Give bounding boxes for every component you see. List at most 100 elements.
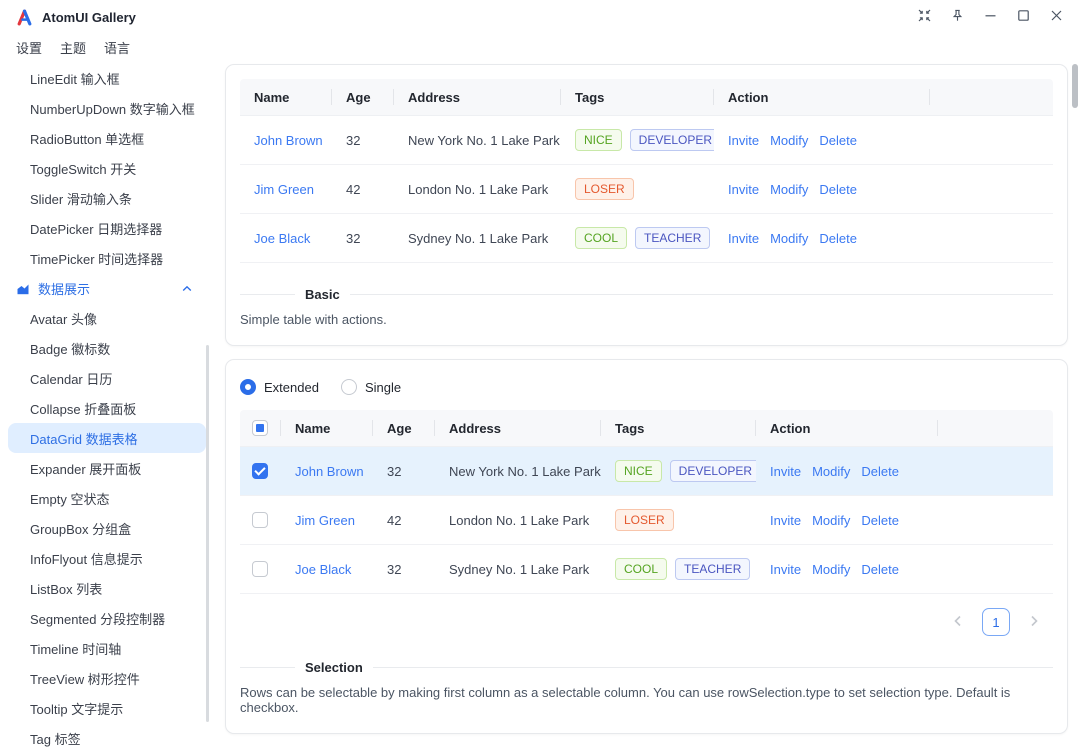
checkbox-cell	[240, 496, 281, 545]
action-delete-link[interactable]: Delete	[819, 182, 857, 197]
action-modify-link[interactable]: Modify	[812, 464, 850, 479]
address-cell: New York No. 1 Lake Park	[394, 116, 561, 165]
name-link[interactable]: Jim Green	[295, 513, 355, 528]
sidebar-item-label: TreeView 树形控件	[30, 669, 140, 688]
sidebar-item-label: ListBox 列表	[30, 579, 102, 598]
name-link[interactable]: John Brown	[295, 464, 364, 479]
radio-unchecked-icon	[341, 379, 357, 395]
sidebar-item-numberupdown[interactable]: NumberUpDown 数字输入框	[0, 93, 218, 123]
menu-item[interactable]: 语言	[104, 38, 130, 57]
tag-list: LOSER	[615, 509, 756, 531]
radio-single[interactable]: Single	[341, 379, 401, 395]
sidebar-item-collapse[interactable]: Collapse 折叠面板	[0, 393, 218, 423]
sidebar-item-listbox[interactable]: ListBox 列表	[0, 573, 218, 603]
chevron-up-icon	[182, 285, 192, 292]
sidebar-item-label: TimePicker 时间选择器	[30, 249, 163, 268]
sidebar-item-label: Calendar 日历	[30, 369, 112, 388]
empty-cell	[938, 496, 1053, 545]
action-invite-link[interactable]: Invite	[728, 133, 759, 148]
name-cell: John Brown	[281, 447, 373, 496]
pagination-next-button[interactable]	[1023, 611, 1045, 633]
action-invite-link[interactable]: Invite	[728, 231, 759, 246]
sidebar-item-calendar[interactable]: Calendar 日历	[0, 363, 218, 393]
pin-window-button[interactable]	[945, 5, 969, 29]
action-invite-link[interactable]: Invite	[770, 513, 801, 528]
action-delete-link[interactable]: Delete	[819, 133, 857, 148]
collapse-window-button[interactable]	[912, 5, 936, 29]
sidebar-item-tooltip[interactable]: Tooltip 文字提示	[0, 693, 218, 723]
tag-list: NICEDEVELOPER	[615, 460, 756, 482]
divider-line	[240, 294, 295, 295]
action-modify-link[interactable]: Modify	[770, 231, 808, 246]
sidebar-item-label: Segmented 分段控制器	[30, 609, 165, 628]
action-delete-link[interactable]: Delete	[819, 231, 857, 246]
sidebar-item-tag[interactable]: Tag 标签	[0, 723, 218, 748]
name-link[interactable]: John Brown	[254, 133, 323, 148]
app-window: AtomUI Gallery	[0, 0, 1080, 748]
tag-teacher: TEACHER	[635, 227, 710, 249]
sidebar-item-timeline[interactable]: Timeline 时间轴	[0, 633, 218, 663]
sidebar-item-infoflyout[interactable]: InfoFlyout 信息提示	[0, 543, 218, 573]
pagination-prev-button[interactable]	[947, 611, 969, 633]
sidebar-item-radiobutton[interactable]: RadioButton 单选框	[0, 123, 218, 153]
action-invite-link[interactable]: Invite	[728, 182, 759, 197]
name-link[interactable]: Joe Black	[254, 231, 310, 246]
sidebar-item-datepicker[interactable]: DatePicker 日期选择器	[0, 213, 218, 243]
tag-list: COOLTEACHER	[615, 558, 756, 580]
sidebar-item-datagrid[interactable]: DataGrid 数据表格	[8, 423, 206, 453]
menu-item[interactable]: 设置	[16, 38, 42, 57]
row-checkbox[interactable]	[252, 512, 268, 528]
empty-cell	[938, 447, 1053, 496]
sidebar-item-expander[interactable]: Expander 展开面板	[0, 453, 218, 483]
sidebar-item-slider[interactable]: Slider 滑动输入条	[0, 183, 218, 213]
sidebar-item-lineedit[interactable]: LineEdit 输入框	[0, 63, 218, 93]
select-all-checkbox[interactable]	[252, 420, 268, 436]
column-header: Address	[394, 79, 561, 116]
sidebar-item-empty[interactable]: Empty 空状态	[0, 483, 218, 513]
sidebar-item-label: GroupBox 分组盒	[30, 519, 131, 538]
collapse-arrows-icon	[918, 9, 931, 25]
sidebar-item-badge[interactable]: Badge 徽标数	[0, 333, 218, 363]
name-link[interactable]: Joe Black	[295, 562, 351, 577]
radio-extended[interactable]: Extended	[240, 379, 319, 395]
sidebar-item-timepicker[interactable]: TimePicker 时间选择器	[0, 243, 218, 273]
sidebar-group-data-display[interactable]: 数据展示	[0, 273, 218, 303]
action-modify-link[interactable]: Modify	[812, 513, 850, 528]
action-modify-link[interactable]: Modify	[770, 133, 808, 148]
row-checkbox[interactable]	[252, 561, 268, 577]
age-cell: 42	[373, 496, 435, 545]
action-delete-link[interactable]: Delete	[861, 562, 899, 577]
action-delete-link[interactable]: Delete	[861, 464, 899, 479]
name-link[interactable]: Jim Green	[254, 182, 314, 197]
tag-cool: COOL	[615, 558, 667, 580]
action-invite-link[interactable]: Invite	[770, 562, 801, 577]
content-scrollbar[interactable]	[1072, 64, 1078, 108]
close-button[interactable]	[1044, 5, 1068, 29]
header-row: NameAgeAddressTagsAction	[240, 79, 1053, 116]
menu-item[interactable]: 主题	[60, 38, 86, 57]
action-modify-link[interactable]: Modify	[812, 562, 850, 577]
empty-cell	[930, 214, 1053, 263]
table-row: Jim Green42London No. 1 Lake ParkLOSERIn…	[240, 165, 1053, 214]
sidebar-scrollbar[interactable]	[206, 345, 209, 722]
maximize-button[interactable]	[1011, 5, 1035, 29]
sidebar-item-label: InfoFlyout 信息提示	[30, 549, 143, 568]
sidebar-item-toggleswitch[interactable]: ToggleSwitch 开关	[0, 153, 218, 183]
table-row: John Brown32New York No. 1 Lake ParkNICE…	[240, 116, 1053, 165]
sidebar-item-segmented[interactable]: Segmented 分段控制器	[0, 603, 218, 633]
action-delete-link[interactable]: Delete	[861, 513, 899, 528]
action-modify-link[interactable]: Modify	[770, 182, 808, 197]
sidebar-item-label: LineEdit 输入框	[30, 69, 120, 88]
minimize-button[interactable]	[978, 5, 1002, 29]
name-cell: Jim Green	[240, 165, 332, 214]
row-checkbox[interactable]	[252, 463, 268, 479]
pagination-page-button[interactable]: 1	[982, 608, 1010, 636]
address-cell: London No. 1 Lake Park	[394, 165, 561, 214]
action-invite-link[interactable]: Invite	[770, 464, 801, 479]
app-logo-icon	[16, 8, 34, 26]
selection-table: NameAgeAddressTagsActionJohn Brown32New …	[240, 410, 1053, 594]
sidebar-item-groupbox[interactable]: GroupBox 分组盒	[0, 513, 218, 543]
tags-cell: COOLTEACHER	[601, 545, 756, 594]
sidebar-item-avatar[interactable]: Avatar 头像	[0, 303, 218, 333]
sidebar-item-treeview[interactable]: TreeView 树形控件	[0, 663, 218, 693]
